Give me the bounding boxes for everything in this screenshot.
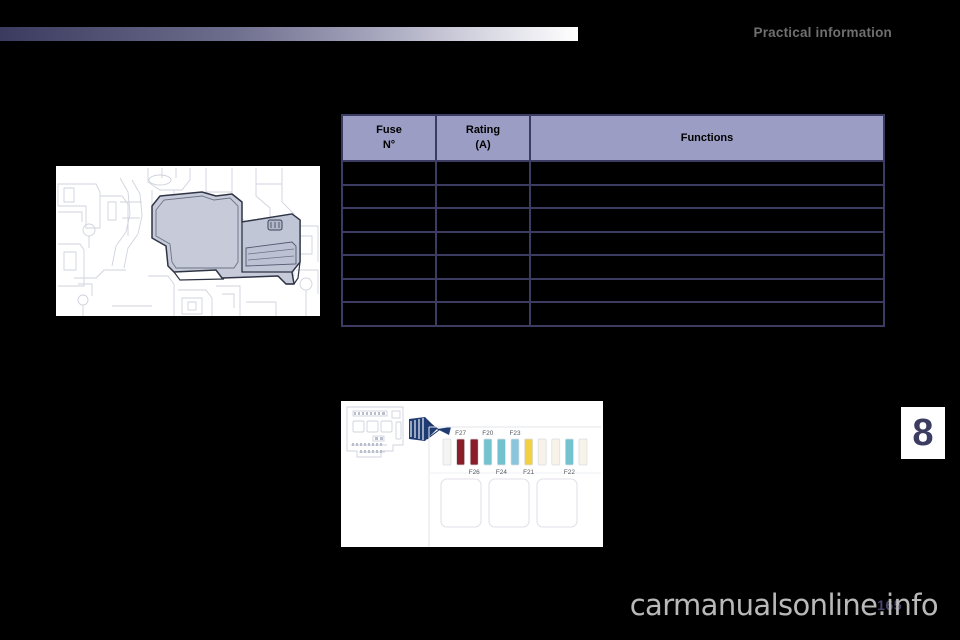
fuse-blade-f26 xyxy=(469,438,479,466)
table-row xyxy=(341,230,885,256)
table-cell-fuse_no xyxy=(341,230,437,256)
table-cell-fuse_no xyxy=(341,183,437,209)
fuse-blade xyxy=(578,438,588,466)
fuse-table-body xyxy=(341,160,885,327)
table-cell-fuse_no xyxy=(341,254,437,280)
fuse-blade-f23 xyxy=(510,438,520,466)
table-cell-rating xyxy=(435,277,531,303)
fuse-box-interior-illustration: F27 F26 F20 F24 F23 F21 F22 xyxy=(341,401,603,547)
fuse-table-header: Fuse N° Rating (A) Functions xyxy=(341,114,885,162)
chapter-tab-8: 8 xyxy=(901,407,945,459)
table-cell-functions xyxy=(529,183,885,209)
column-header-rating-line2: (A) xyxy=(475,139,491,151)
fuse-blade-f24 xyxy=(497,438,506,466)
fuse-blade xyxy=(442,438,452,466)
fuse-blade xyxy=(537,438,547,466)
column-header-rating: Rating (A) xyxy=(435,114,531,162)
table-cell-rating xyxy=(435,160,531,186)
table-cell-functions xyxy=(529,254,885,280)
table-cell-fuse_no xyxy=(341,277,437,303)
fuse-box-interior-figure: F27 F26 F20 F24 F23 F21 F22 xyxy=(341,401,603,547)
fuse-blade-f22 xyxy=(565,438,574,466)
table-cell-rating xyxy=(435,301,531,327)
fuse-label-f20: F20 xyxy=(482,430,493,437)
fuse-blade-f27 xyxy=(456,438,465,466)
table-cell-functions xyxy=(529,277,885,303)
table-cell-rating xyxy=(435,230,531,256)
fuse-table: Fuse N° Rating (A) Functions xyxy=(341,114,885,327)
table-cell-fuse_no xyxy=(341,301,437,327)
table-row xyxy=(341,301,885,327)
fuse-blade xyxy=(551,438,561,466)
table-row xyxy=(341,207,885,233)
fuse-label-f23: F23 xyxy=(509,430,520,437)
column-header-functions-label: Functions xyxy=(680,131,734,144)
column-header-fuse-no-line2: N° xyxy=(382,139,396,151)
fuse-label-f22: F22 xyxy=(564,469,575,476)
fuse-label-f26: F26 xyxy=(469,469,480,476)
fuse-label-f27: F27 xyxy=(455,430,466,437)
table-row xyxy=(341,183,885,209)
fuse-label-f21: F21 xyxy=(523,469,534,476)
table-row xyxy=(341,160,885,186)
site-watermark: carmanualsonline.info xyxy=(629,588,939,622)
table-cell-rating xyxy=(435,183,531,209)
table-cell-functions xyxy=(529,230,885,256)
column-header-fuse-no-line1: Fuse xyxy=(376,124,402,137)
table-cell-functions xyxy=(529,207,885,233)
fuse-blade-f20 xyxy=(483,438,493,466)
table-cell-functions xyxy=(529,301,885,327)
column-header-rating-line1: Rating xyxy=(465,124,501,137)
column-header-fuse-no: Fuse N° xyxy=(341,114,437,162)
column-header-functions: Functions xyxy=(529,114,885,162)
table-cell-functions xyxy=(529,160,885,186)
engine-bay-figure xyxy=(56,166,320,316)
engine-bay-illustration xyxy=(56,166,320,316)
fuse-blade-f21 xyxy=(524,438,533,466)
page-header-title: Practical information xyxy=(753,25,892,40)
table-row xyxy=(341,254,885,280)
table-cell-rating xyxy=(435,254,531,280)
table-row xyxy=(341,277,885,303)
table-cell-fuse_no xyxy=(341,160,437,186)
chapter-number: 8 xyxy=(912,412,934,454)
header-gradient-band xyxy=(0,27,578,41)
fuse-label-f24: F24 xyxy=(496,469,507,476)
table-header-row: Fuse N° Rating (A) Functions xyxy=(341,114,885,162)
table-cell-fuse_no xyxy=(341,207,437,233)
table-cell-rating xyxy=(435,207,531,233)
